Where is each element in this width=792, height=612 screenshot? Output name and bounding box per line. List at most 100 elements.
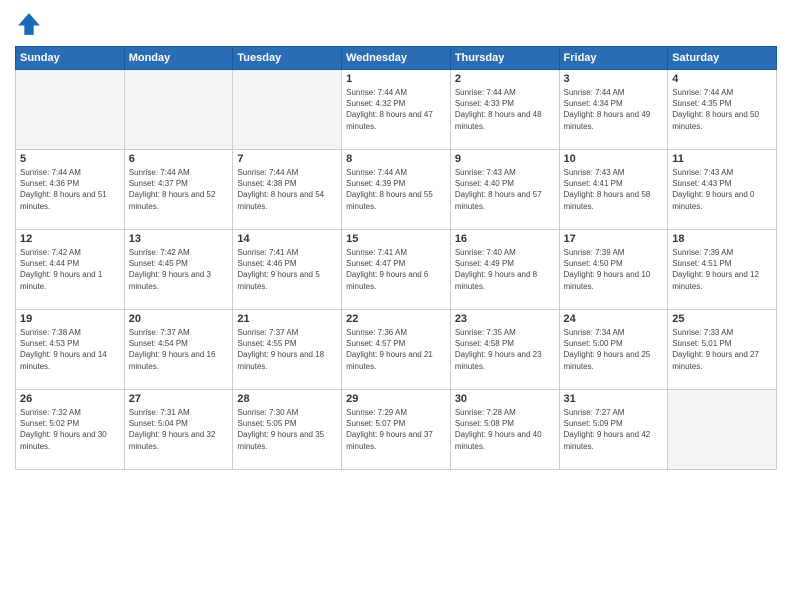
day-info: Sunrise: 7:44 AM Sunset: 4:37 PM Dayligh… bbox=[129, 167, 229, 212]
calendar-cell: 25 Sunrise: 7:33 AM Sunset: 5:01 PM Dayli… bbox=[668, 310, 777, 390]
day-number: 16 bbox=[455, 233, 555, 245]
day-number: 6 bbox=[129, 153, 229, 165]
day-number: 24 bbox=[564, 313, 664, 325]
day-number: 17 bbox=[564, 233, 664, 245]
day-info: Sunrise: 7:43 AM Sunset: 4:40 PM Dayligh… bbox=[455, 167, 555, 212]
day-info: Sunrise: 7:44 AM Sunset: 4:38 PM Dayligh… bbox=[237, 167, 337, 212]
calendar-cell: 2 Sunrise: 7:44 AM Sunset: 4:33 PM Daylig… bbox=[450, 70, 559, 150]
day-info: Sunrise: 7:44 AM Sunset: 4:33 PM Dayligh… bbox=[455, 87, 555, 132]
day-info: Sunrise: 7:36 AM Sunset: 4:57 PM Dayligh… bbox=[346, 327, 446, 372]
day-info: Sunrise: 7:44 AM Sunset: 4:35 PM Dayligh… bbox=[672, 87, 772, 132]
day-number: 7 bbox=[237, 153, 337, 165]
calendar-cell: 21 Sunrise: 7:37 AM Sunset: 4:55 PM Dayli… bbox=[233, 310, 342, 390]
day-info: Sunrise: 7:39 AM Sunset: 4:51 PM Dayligh… bbox=[672, 247, 772, 292]
day-info: Sunrise: 7:30 AM Sunset: 5:05 PM Dayligh… bbox=[237, 407, 337, 452]
day-number: 1 bbox=[346, 73, 446, 85]
day-number: 22 bbox=[346, 313, 446, 325]
day-info: Sunrise: 7:41 AM Sunset: 4:47 PM Dayligh… bbox=[346, 247, 446, 292]
day-number: 30 bbox=[455, 393, 555, 405]
calendar-cell: 24 Sunrise: 7:34 AM Sunset: 5:00 PM Dayli… bbox=[559, 310, 668, 390]
weekday-header-friday: Friday bbox=[559, 47, 668, 70]
page: SundayMondayTuesdayWednesdayThursdayFrid… bbox=[0, 0, 792, 612]
day-number: 23 bbox=[455, 313, 555, 325]
day-number: 2 bbox=[455, 73, 555, 85]
day-info: Sunrise: 7:40 AM Sunset: 4:49 PM Dayligh… bbox=[455, 247, 555, 292]
calendar-cell: 31 Sunrise: 7:27 AM Sunset: 5:09 PM Dayli… bbox=[559, 390, 668, 470]
calendar-cell: 3Sunrise: 7:44 AM Sunset: 4:34 PM Daylig… bbox=[559, 70, 668, 150]
calendar-cell bbox=[16, 70, 125, 150]
day-number: 21 bbox=[237, 313, 337, 325]
calendar-cell: 22 Sunrise: 7:36 AM Sunset: 4:57 PM Dayli… bbox=[342, 310, 451, 390]
day-number: 4 bbox=[672, 73, 772, 85]
weekday-header-sunday: Sunday bbox=[16, 47, 125, 70]
calendar-cell: 30Sunrise: 7:28 AM Sunset: 5:08 PM Dayli… bbox=[450, 390, 559, 470]
day-number: 15 bbox=[346, 233, 446, 245]
calendar-cell bbox=[668, 390, 777, 470]
calendar-cell: 27 Sunrise: 7:31 AM Sunset: 5:04 PM Dayli… bbox=[124, 390, 233, 470]
calendar-cell: 1 Sunrise: 7:44 AM Sunset: 4:32 PM Daylig… bbox=[342, 70, 451, 150]
week-row-0: 1 Sunrise: 7:44 AM Sunset: 4:32 PM Daylig… bbox=[16, 70, 777, 150]
day-info: Sunrise: 7:39 AM Sunset: 4:50 PM Dayligh… bbox=[564, 247, 664, 292]
calendar-cell: 11 Sunrise: 7:43 AM Sunset: 4:43 PM Dayli… bbox=[668, 150, 777, 230]
calendar-cell bbox=[124, 70, 233, 150]
calendar-cell: 13Sunrise: 7:42 AM Sunset: 4:45 PM Dayli… bbox=[124, 230, 233, 310]
calendar-cell: 6 Sunrise: 7:44 AM Sunset: 4:37 PM Daylig… bbox=[124, 150, 233, 230]
calendar-cell: 18Sunrise: 7:39 AM Sunset: 4:51 PM Dayli… bbox=[668, 230, 777, 310]
day-info: Sunrise: 7:43 AM Sunset: 4:43 PM Dayligh… bbox=[672, 167, 772, 212]
weekday-header-row: SundayMondayTuesdayWednesdayThursdayFrid… bbox=[16, 47, 777, 70]
calendar-cell: 10 Sunrise: 7:43 AM Sunset: 4:41 PM Dayli… bbox=[559, 150, 668, 230]
day-number: 11 bbox=[672, 153, 772, 165]
day-info: Sunrise: 7:37 AM Sunset: 4:54 PM Dayligh… bbox=[129, 327, 229, 372]
calendar-cell: 28 Sunrise: 7:30 AM Sunset: 5:05 PM Dayli… bbox=[233, 390, 342, 470]
weekday-header-tuesday: Tuesday bbox=[233, 47, 342, 70]
day-number: 5 bbox=[20, 153, 120, 165]
day-info: Sunrise: 7:34 AM Sunset: 5:00 PM Dayligh… bbox=[564, 327, 664, 372]
day-number: 12 bbox=[20, 233, 120, 245]
calendar-cell: 16 Sunrise: 7:40 AM Sunset: 4:49 PM Dayli… bbox=[450, 230, 559, 310]
logo-icon bbox=[15, 10, 43, 38]
weekday-header-saturday: Saturday bbox=[668, 47, 777, 70]
day-info: Sunrise: 7:44 AM Sunset: 4:36 PM Dayligh… bbox=[20, 167, 120, 212]
day-number: 25 bbox=[672, 313, 772, 325]
day-number: 14 bbox=[237, 233, 337, 245]
calendar-cell: 29Sunrise: 7:29 AM Sunset: 5:07 PM Dayli… bbox=[342, 390, 451, 470]
calendar-table: SundayMondayTuesdayWednesdayThursdayFrid… bbox=[15, 46, 777, 470]
day-number: 10 bbox=[564, 153, 664, 165]
day-number: 13 bbox=[129, 233, 229, 245]
calendar-cell: 8 Sunrise: 7:44 AM Sunset: 4:39 PM Daylig… bbox=[342, 150, 451, 230]
calendar-cell: 15 Sunrise: 7:41 AM Sunset: 4:47 PM Dayli… bbox=[342, 230, 451, 310]
day-info: Sunrise: 7:43 AM Sunset: 4:41 PM Dayligh… bbox=[564, 167, 664, 212]
day-number: 28 bbox=[237, 393, 337, 405]
day-number: 8 bbox=[346, 153, 446, 165]
week-row-3: 19Sunrise: 7:38 AM Sunset: 4:53 PM Dayli… bbox=[16, 310, 777, 390]
calendar-cell: 7 Sunrise: 7:44 AM Sunset: 4:38 PM Daylig… bbox=[233, 150, 342, 230]
day-info: Sunrise: 7:44 AM Sunset: 4:32 PM Dayligh… bbox=[346, 87, 446, 132]
day-number: 26 bbox=[20, 393, 120, 405]
calendar-cell: 20 Sunrise: 7:37 AM Sunset: 4:54 PM Dayli… bbox=[124, 310, 233, 390]
day-number: 27 bbox=[129, 393, 229, 405]
logo bbox=[15, 10, 47, 38]
calendar-cell: 4 Sunrise: 7:44 AM Sunset: 4:35 PM Daylig… bbox=[668, 70, 777, 150]
day-info: Sunrise: 7:31 AM Sunset: 5:04 PM Dayligh… bbox=[129, 407, 229, 452]
day-info: Sunrise: 7:33 AM Sunset: 5:01 PM Dayligh… bbox=[672, 327, 772, 372]
day-info: Sunrise: 7:38 AM Sunset: 4:53 PM Dayligh… bbox=[20, 327, 120, 372]
weekday-header-wednesday: Wednesday bbox=[342, 47, 451, 70]
day-info: Sunrise: 7:35 AM Sunset: 4:58 PM Dayligh… bbox=[455, 327, 555, 372]
day-info: Sunrise: 7:37 AM Sunset: 4:55 PM Dayligh… bbox=[237, 327, 337, 372]
day-number: 31 bbox=[564, 393, 664, 405]
day-number: 9 bbox=[455, 153, 555, 165]
day-info: Sunrise: 7:44 AM Sunset: 4:39 PM Dayligh… bbox=[346, 167, 446, 212]
calendar-cell: 12 Sunrise: 7:42 AM Sunset: 4:44 PM Dayli… bbox=[16, 230, 125, 310]
weekday-header-monday: Monday bbox=[124, 47, 233, 70]
week-row-2: 12 Sunrise: 7:42 AM Sunset: 4:44 PM Dayli… bbox=[16, 230, 777, 310]
calendar-cell bbox=[233, 70, 342, 150]
day-info: Sunrise: 7:42 AM Sunset: 4:44 PM Dayligh… bbox=[20, 247, 120, 292]
day-number: 20 bbox=[129, 313, 229, 325]
day-info: Sunrise: 7:29 AM Sunset: 5:07 PM Dayligh… bbox=[346, 407, 446, 452]
day-info: Sunrise: 7:32 AM Sunset: 5:02 PM Dayligh… bbox=[20, 407, 120, 452]
calendar-cell: 17 Sunrise: 7:39 AM Sunset: 4:50 PM Dayli… bbox=[559, 230, 668, 310]
day-info: Sunrise: 7:44 AM Sunset: 4:34 PM Dayligh… bbox=[564, 87, 664, 132]
calendar-cell: 26 Sunrise: 7:32 AM Sunset: 5:02 PM Dayli… bbox=[16, 390, 125, 470]
day-info: Sunrise: 7:27 AM Sunset: 5:09 PM Dayligh… bbox=[564, 407, 664, 452]
calendar-cell: 23 Sunrise: 7:35 AM Sunset: 4:58 PM Dayli… bbox=[450, 310, 559, 390]
